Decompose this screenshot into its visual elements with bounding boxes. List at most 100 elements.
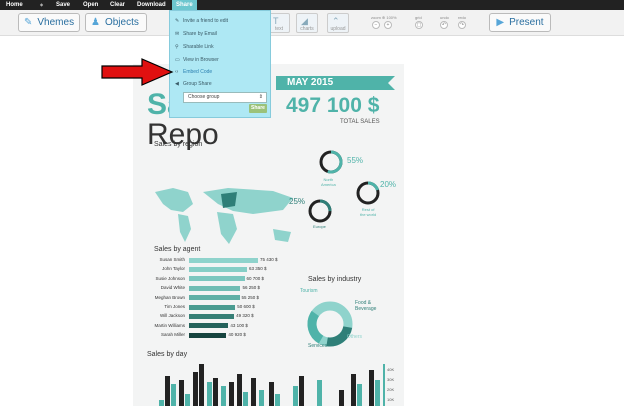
editor-canvas[interactable]: Sa Repo MAY 2015 497 100 $ TOTAL SALES S…: [0, 37, 624, 406]
text-tool[interactable]: T text: [268, 13, 290, 33]
agent-name-label: Susie Johnson: [155, 275, 185, 281]
share-menu-item-embed[interactable]: ‹› Embed Code: [175, 69, 212, 75]
agent-name-label: Susan Smith: [159, 257, 185, 262]
undo-icon[interactable]: ↶: [440, 21, 448, 29]
menu-download[interactable]: Download: [137, 1, 166, 9]
group-share-button[interactable]: Share: [249, 104, 267, 113]
industry-label-services: Services: [308, 343, 328, 349]
themes-button[interactable]: ✎ Vhemes: [18, 13, 80, 32]
agent-bar: [189, 323, 229, 329]
objects-button-label: Objects: [104, 17, 139, 28]
agent-bar: [189, 332, 227, 338]
share-menu-item-label: Sharable Link: [183, 44, 214, 50]
region-heading: Sales by region: [154, 141, 203, 148]
upload-icon: ⌃: [332, 16, 340, 26]
share-menu-item-invite[interactable]: ✎ Invite a friend to edit: [175, 18, 228, 24]
agent-bar: [189, 285, 241, 291]
charts-tool[interactable]: ◢ charts: [296, 13, 318, 33]
agent-name-label: Tim Jones: [164, 304, 185, 309]
present-button[interactable]: ▶ Present: [489, 13, 551, 32]
agent-value-label: 60 700 $: [246, 275, 265, 281]
share-menu-item-browser[interactable]: ▭ View in Browser: [175, 57, 219, 63]
day-heading: Sales by day: [147, 351, 188, 358]
group-select-value: Choose group: [188, 94, 220, 100]
menu-clear[interactable]: Clear: [110, 1, 125, 9]
link-icon: ⚲: [175, 44, 179, 50]
play-icon: ▶: [496, 17, 505, 28]
text-icon: T: [273, 16, 279, 26]
text-tool-label: text: [274, 26, 284, 32]
agent-bar: [189, 313, 235, 319]
pencil-icon: ✎: [175, 18, 180, 24]
chart-icon: ◢: [301, 16, 308, 26]
share-menu-item-email[interactable]: ✉ Share by Email: [175, 31, 217, 37]
agent-bar: [189, 276, 245, 282]
menu-separator-icon: ◆: [40, 2, 44, 7]
objects-icon: ♟: [91, 17, 100, 28]
share-menu-item-label: Share by Email: [183, 31, 217, 37]
agent-value-label: 56 250 $: [242, 285, 260, 291]
palette-icon: ✎: [24, 17, 33, 28]
day-axis-tick-20k: 20K: [387, 387, 395, 392]
agent-bar: [189, 304, 236, 310]
total-sales-value: 497 100 $: [286, 94, 380, 117]
agent-bar: [189, 295, 240, 301]
day-axis-tick-30k: 30K: [387, 377, 395, 382]
share-menu-item-label: Invite a friend to edit: [183, 18, 229, 24]
themes-button-label: Vhemes: [37, 17, 75, 28]
agent-value-label: 40 920 $: [228, 332, 246, 338]
rest-of-world-label: Rest of the world: [360, 207, 377, 217]
group-select[interactable]: Choose group ⇕: [183, 92, 267, 103]
grid-toggle-icon[interactable]: ▢: [415, 21, 423, 29]
share-menu-item-label: Embed Code: [183, 69, 213, 75]
agent-value-label: 75 430 $: [260, 257, 278, 262]
north-america-percent: 55%: [347, 156, 364, 165]
grid-label: grid: [415, 15, 422, 20]
share-menu-item-group[interactable]: ◀ Group Share: [175, 81, 212, 87]
total-sales-label: TOTAL SALES: [340, 119, 380, 125]
share-menu-item-label: View in Browser: [183, 57, 219, 63]
day-axis-tick-10k: 10K: [387, 397, 395, 402]
rest-of-world-percent: 20%: [380, 180, 397, 189]
agent-value-label: 63 350 $: [248, 266, 267, 272]
agent-name-label: John Taylor: [162, 266, 185, 272]
month-label: MAY 2015: [287, 77, 334, 88]
industry-label-others: Others: [347, 334, 363, 340]
red-arrow-icon: [101, 58, 174, 86]
select-arrows-icon: ⇕: [258, 94, 263, 100]
industry-label-tourism: Tourism: [300, 288, 318, 294]
share-menu: ✎ Invite a friend to edit ✉ Share by Ema…: [169, 10, 271, 118]
share-menu-item-label: Group Share: [183, 81, 212, 87]
toolbar: ✎ Vhemes ♟ Objects T text ◢ charts ⌃ upl…: [0, 10, 624, 36]
agent-bar: [189, 266, 247, 272]
zoom-in-icon[interactable]: +: [384, 21, 392, 29]
menu-save[interactable]: Save: [56, 1, 70, 9]
menu-share[interactable]: Share: [172, 0, 197, 10]
agent-value-label: 55 250 $: [241, 294, 260, 300]
agent-bar: [189, 257, 258, 263]
share-menu-item-link[interactable]: ⚲ Sharable Link: [175, 44, 214, 50]
industry-label-food: Food & Beverage: [355, 300, 377, 312]
present-button-label: Present: [509, 17, 544, 28]
sales-by-day-bars: [159, 364, 380, 406]
agent-name-label: Meghan Brown: [154, 294, 185, 300]
agent-value-label: 50 600 $: [237, 304, 255, 309]
undo-label: undo: [440, 15, 449, 20]
agent-value-label: 43 100 $: [230, 322, 248, 328]
upload-tool[interactable]: ⌃ upload: [327, 13, 349, 33]
objects-button[interactable]: ♟ Objects: [85, 13, 147, 32]
menu-home[interactable]: Home: [6, 1, 23, 9]
zoom-label: zoom ⊕ 100%: [371, 15, 397, 20]
agent-name-label: Sarah Miller: [160, 332, 185, 338]
redo-label: redo: [458, 15, 467, 20]
agent-heading: Sales by agent: [154, 246, 201, 253]
agent-name-label: David White: [160, 285, 185, 291]
menu-bar: Home ◆ Save Open Clear Download Share: [0, 0, 624, 10]
menu-open[interactable]: Open: [83, 1, 98, 9]
day-axis-line: [383, 364, 385, 406]
email-icon: ✉: [175, 31, 180, 37]
europe-percent: 25%: [289, 197, 306, 206]
agent-name-label: Martin Williams: [154, 322, 185, 328]
redo-icon[interactable]: ↷: [458, 21, 466, 29]
zoom-out-icon[interactable]: −: [372, 21, 380, 29]
